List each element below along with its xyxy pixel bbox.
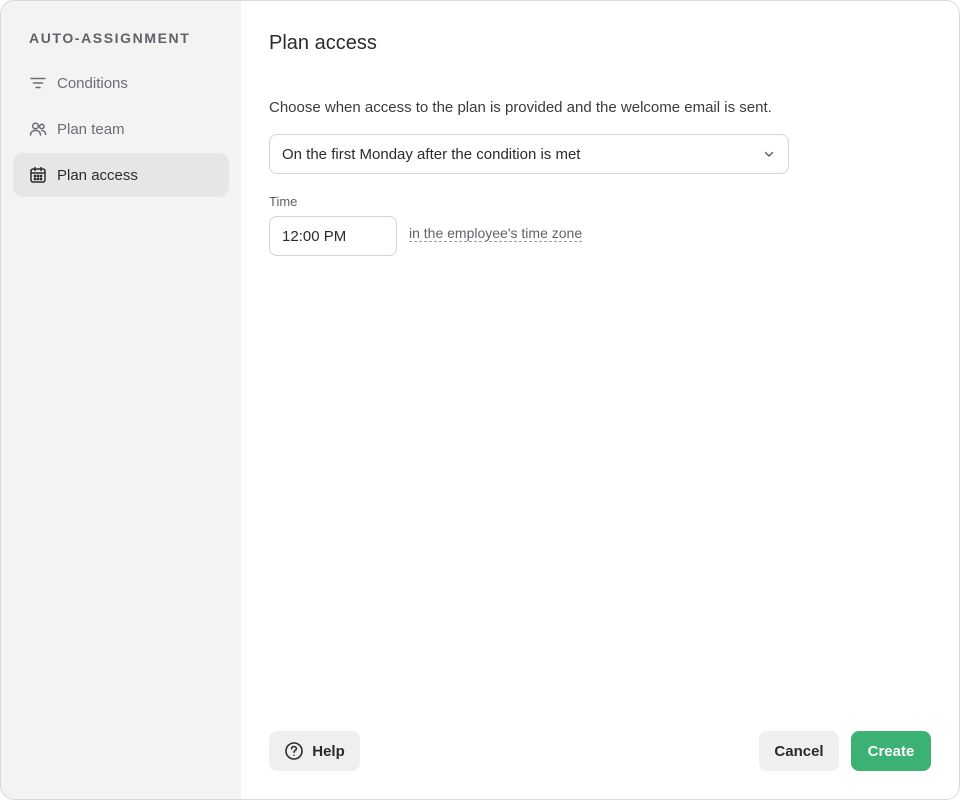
help-button-label: Help (312, 742, 345, 760)
time-label: Time (269, 194, 298, 209)
sidebar-item-label: Conditions (57, 74, 128, 92)
footer: Help Cancel Create (269, 731, 931, 771)
description-text: Choose when access to the plan is provid… (269, 99, 772, 116)
filter-lines-icon (27, 72, 49, 94)
sidebar-item-plan-access[interactable]: Plan access (13, 153, 229, 197)
auto-assignment-dialog: AUTO-ASSIGNMENT Conditions Plan team Pla… (0, 0, 960, 800)
sidebar-item-plan-team[interactable]: Plan team (13, 107, 229, 151)
calendar-icon (27, 164, 49, 186)
sidebar-title: AUTO-ASSIGNMENT (29, 30, 191, 46)
sidebar-item-label: Plan access (57, 166, 138, 184)
sidebar: AUTO-ASSIGNMENT Conditions Plan team Pla… (1, 1, 241, 799)
timezone-link[interactable]: in the employee's time zone (409, 225, 583, 242)
access-timing-select[interactable]: On the first Monday after the condition … (269, 134, 789, 174)
access-timing-selected-value: On the first Monday after the condition … (282, 145, 581, 163)
action-buttons: Cancel Create (759, 731, 931, 771)
help-button[interactable]: Help (269, 731, 360, 771)
page-title: Plan access (269, 32, 377, 54)
create-button[interactable]: Create (851, 731, 931, 771)
time-input[interactable] (269, 216, 397, 256)
question-circle-icon (284, 741, 304, 761)
chevron-down-icon (762, 147, 776, 161)
main-panel: Plan access Choose when access to the pl… (241, 1, 959, 799)
sidebar-item-conditions[interactable]: Conditions (13, 61, 229, 105)
cancel-button[interactable]: Cancel (759, 731, 839, 771)
time-row: in the employee's time zone (269, 216, 931, 256)
users-icon (27, 118, 49, 140)
sidebar-item-label: Plan team (57, 120, 125, 138)
